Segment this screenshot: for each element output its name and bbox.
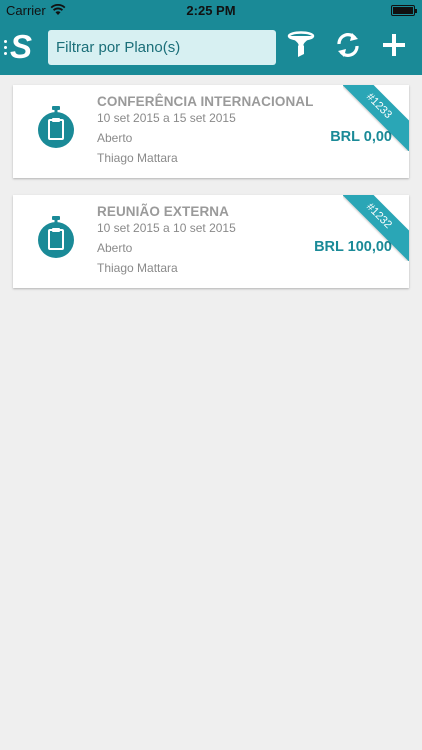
plan-card[interactable]: REUNIÃO EXTERNA 10 set 2015 a 10 set 201… (13, 195, 409, 288)
app-logo: S (10, 28, 33, 65)
sync-icon[interactable] (333, 30, 363, 60)
add-icon[interactable] (379, 30, 409, 60)
plan-title: REUNIÃO EXTERNA (97, 204, 230, 219)
status-bar: Carrier 2:25 PM (0, 0, 422, 22)
plan-title: CONFERÊNCIA INTERNACIONAL (97, 94, 314, 109)
plan-status: Aberto (97, 131, 133, 145)
plan-owner: Thiago Mattara (97, 261, 178, 275)
menu-icon[interactable] (4, 40, 8, 56)
plan-id-ribbon: #1232 (343, 195, 409, 261)
plan-card[interactable]: CONFERÊNCIA INTERNACIONAL 10 set 2015 a … (13, 85, 409, 178)
filter-icon[interactable] (286, 30, 316, 60)
plan-dates: 10 set 2015 a 10 set 2015 (97, 221, 236, 235)
plan-id: #1233 (343, 85, 409, 151)
plan-owner: Thiago Mattara (97, 151, 178, 165)
clipboard-timer-icon (38, 216, 74, 258)
plan-id-ribbon: #1233 (343, 85, 409, 151)
plan-dates: 10 set 2015 a 15 set 2015 (97, 111, 236, 125)
battery-icon (391, 5, 417, 16)
search-input[interactable] (48, 30, 276, 65)
plan-id: #1232 (343, 195, 409, 261)
clipboard-timer-icon (38, 106, 74, 148)
plan-status: Aberto (97, 241, 133, 255)
app-header: Carrier 2:25 PM S (0, 0, 422, 75)
clock: 2:25 PM (186, 3, 236, 18)
